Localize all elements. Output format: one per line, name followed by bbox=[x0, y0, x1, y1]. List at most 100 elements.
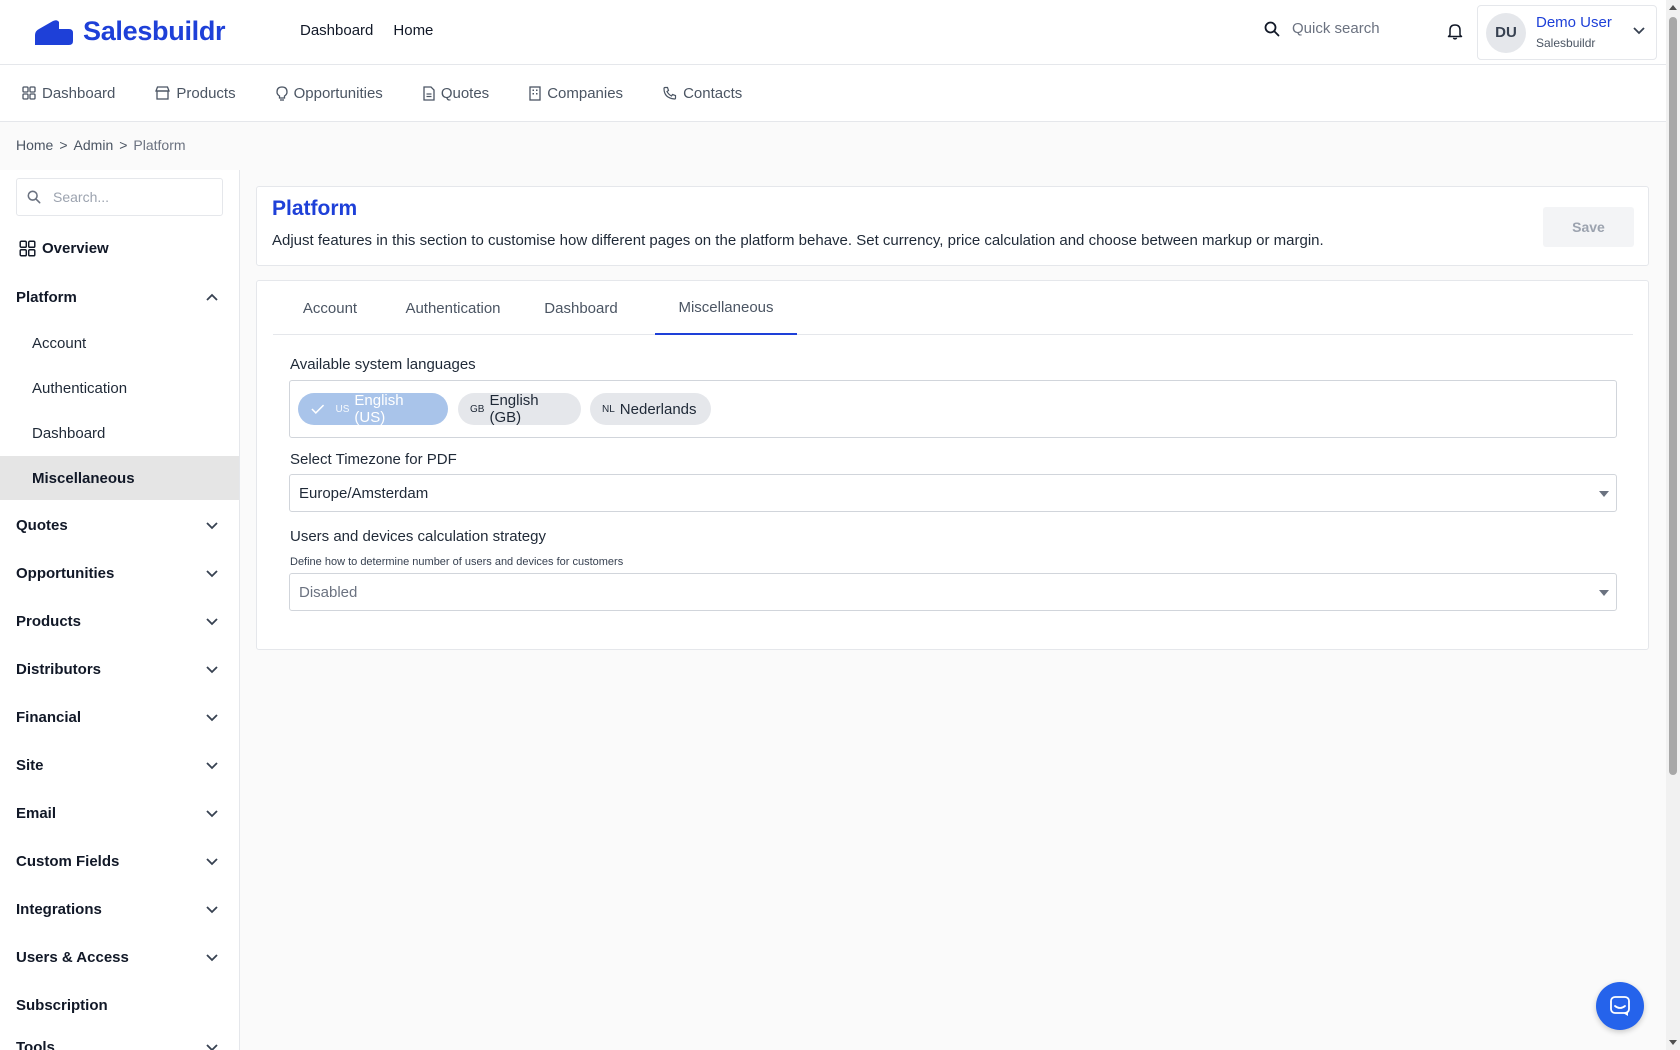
chevron-down-icon bbox=[206, 761, 218, 769]
page-title: Platform bbox=[272, 197, 358, 220]
sidebar-section-platform[interactable]: Platform bbox=[0, 275, 239, 319]
sidebar-section-email[interactable]: Email bbox=[0, 791, 239, 835]
sidebar-item-authentication[interactable]: Authentication bbox=[0, 366, 239, 410]
sidebar-section-financial[interactable]: Financial bbox=[0, 695, 239, 739]
main-nav-dashboard[interactable]: Dashboard bbox=[22, 85, 115, 102]
strategy-hint: Define how to determine number of users … bbox=[290, 556, 624, 568]
logo[interactable]: Salesbuildr bbox=[33, 16, 226, 47]
language-chip-label: English (US) bbox=[354, 392, 404, 426]
tab-authentication[interactable]: Authentication bbox=[388, 281, 518, 335]
quick-search[interactable]: Quick search bbox=[1264, 20, 1380, 37]
settings-sidebar: Search... Overview Platform Account Auth… bbox=[0, 170, 240, 1050]
settings-panel: Account Authentication Dashboard Miscell… bbox=[256, 280, 1649, 650]
grid-icon bbox=[22, 86, 36, 100]
sidebar-item-label: Dashboard bbox=[32, 424, 106, 442]
user-name: Demo User bbox=[1536, 14, 1612, 32]
scroll-down-arrow-icon[interactable] bbox=[1669, 1040, 1677, 1045]
scroll-up-arrow-icon[interactable] bbox=[1669, 5, 1677, 10]
chat-icon bbox=[1610, 996, 1630, 1016]
save-button[interactable]: Save bbox=[1543, 207, 1634, 247]
sidebar-item-overview[interactable]: Overview bbox=[19, 240, 109, 257]
building-icon bbox=[529, 85, 541, 101]
main-nav-opportunities[interactable]: Opportunities bbox=[275, 85, 383, 102]
strategy-label: Users and devices calculation strategy bbox=[290, 528, 546, 545]
sidebar-section-tools[interactable]: Tools bbox=[0, 1025, 239, 1050]
logo-text: Salesbuildr bbox=[83, 16, 226, 46]
sidebar-item-dashboard[interactable]: Dashboard bbox=[0, 411, 239, 455]
breadcrumb-home[interactable]: Home bbox=[16, 137, 53, 153]
check-icon bbox=[311, 404, 325, 414]
main-nav-products[interactable]: Products bbox=[155, 84, 236, 102]
breadcrumb-separator: > bbox=[59, 137, 68, 153]
sidebar-section-label: Site bbox=[16, 756, 44, 774]
language-chip-en-us[interactable]: US English (US) bbox=[298, 392, 448, 426]
main-nav-label: Contacts bbox=[683, 84, 743, 102]
strategy-select[interactable]: Disabled bbox=[289, 573, 1617, 611]
sidebar-section-custom-fields[interactable]: Custom Fields bbox=[0, 839, 239, 883]
chevron-down-icon bbox=[206, 857, 218, 865]
user-org: Salesbuildr bbox=[1536, 36, 1596, 51]
main-nav-companies[interactable]: Companies bbox=[529, 85, 623, 102]
phone-icon bbox=[663, 86, 677, 100]
sidebar-item-subscription[interactable]: Subscription bbox=[0, 983, 239, 1027]
sidebar-item-miscellaneous[interactable]: Miscellaneous bbox=[0, 456, 239, 500]
main-nav-label: Products bbox=[176, 84, 236, 102]
user-menu[interactable]: DU Demo User Salesbuildr bbox=[1477, 5, 1657, 60]
language-chip-en-gb[interactable]: GB English (GB) bbox=[458, 392, 581, 426]
tab-dashboard[interactable]: Dashboard bbox=[533, 281, 629, 335]
languages-multiselect[interactable]: US English (US) GB English (GB) NL Neder… bbox=[289, 380, 1617, 438]
chevron-down-icon bbox=[206, 1043, 218, 1050]
sidebar-search-input[interactable]: Search... bbox=[53, 189, 109, 205]
sidebar-item-account[interactable]: Account bbox=[0, 321, 239, 365]
sidebar-section-label: Quotes bbox=[16, 516, 68, 534]
sidebar-section-label: Integrations bbox=[16, 900, 102, 918]
chevron-down-icon bbox=[206, 953, 218, 961]
main-nav-quotes[interactable]: Quotes bbox=[423, 85, 489, 102]
document-icon bbox=[423, 85, 435, 101]
sidebar-section-users-access[interactable]: Users & Access bbox=[0, 935, 239, 979]
sidebar-section-label: Email bbox=[16, 804, 57, 822]
chevron-down-icon bbox=[206, 713, 218, 721]
tab-account[interactable]: Account bbox=[289, 281, 371, 335]
top-header: Salesbuildr Dashboard Home Quick search … bbox=[0, 0, 1666, 65]
scroll-thumb[interactable] bbox=[1669, 17, 1677, 775]
language-chip-nl[interactable]: NL Nederlands bbox=[590, 393, 711, 425]
tab-bar: Account Authentication Dashboard Miscell… bbox=[273, 281, 1633, 335]
breadcrumb: Home > Admin > Platform bbox=[16, 137, 186, 153]
flag-icon: US bbox=[335, 403, 350, 415]
breadcrumb-separator: > bbox=[119, 137, 128, 153]
sidebar-section-site[interactable]: Site bbox=[0, 743, 239, 787]
sidebar-section-label: Custom Fields bbox=[16, 852, 120, 870]
top-nav-dashboard[interactable]: Dashboard bbox=[300, 22, 373, 39]
bell-icon bbox=[1447, 24, 1463, 40]
page-description: Adjust features in this section to custo… bbox=[272, 232, 1324, 249]
sidebar-section-integrations[interactable]: Integrations bbox=[0, 887, 239, 931]
caret-down-icon bbox=[1599, 590, 1609, 596]
notifications-button[interactable] bbox=[1447, 22, 1463, 45]
sidebar-item-label: Authentication bbox=[32, 379, 128, 397]
chevron-down-icon bbox=[1633, 27, 1645, 35]
sidebar-search[interactable]: Search... bbox=[16, 178, 223, 216]
chevron-down-icon bbox=[206, 569, 218, 577]
chevron-down-icon bbox=[206, 617, 218, 625]
page-scrollbar[interactable] bbox=[1666, 0, 1680, 1050]
sidebar-section-label: Opportunities bbox=[16, 564, 115, 582]
sidebar-section-label: Subscription bbox=[16, 996, 108, 1014]
chat-launcher-button[interactable] bbox=[1596, 982, 1644, 1030]
sidebar-section-products[interactable]: Products bbox=[0, 599, 239, 643]
salesbuildr-logo-icon bbox=[35, 19, 73, 45]
sidebar-section-opportunities[interactable]: Opportunities bbox=[0, 551, 239, 595]
language-chip-label: English (GB) bbox=[489, 392, 539, 426]
store-icon bbox=[155, 86, 171, 100]
sidebar-section-quotes[interactable]: Quotes bbox=[0, 503, 239, 547]
caret-down-icon bbox=[1599, 491, 1609, 497]
main-nav-contacts[interactable]: Contacts bbox=[663, 85, 742, 102]
tab-miscellaneous[interactable]: Miscellaneous bbox=[655, 281, 797, 335]
strategy-value: Disabled bbox=[299, 583, 358, 601]
quick-search-input[interactable]: Quick search bbox=[1292, 20, 1380, 37]
platform-header-card: Platform Adjust features in this section… bbox=[256, 186, 1649, 266]
timezone-select[interactable]: Europe/Amsterdam bbox=[289, 474, 1617, 512]
top-nav-home[interactable]: Home bbox=[393, 22, 433, 39]
sidebar-section-distributors[interactable]: Distributors bbox=[0, 647, 239, 691]
breadcrumb-admin[interactable]: Admin bbox=[74, 137, 114, 153]
